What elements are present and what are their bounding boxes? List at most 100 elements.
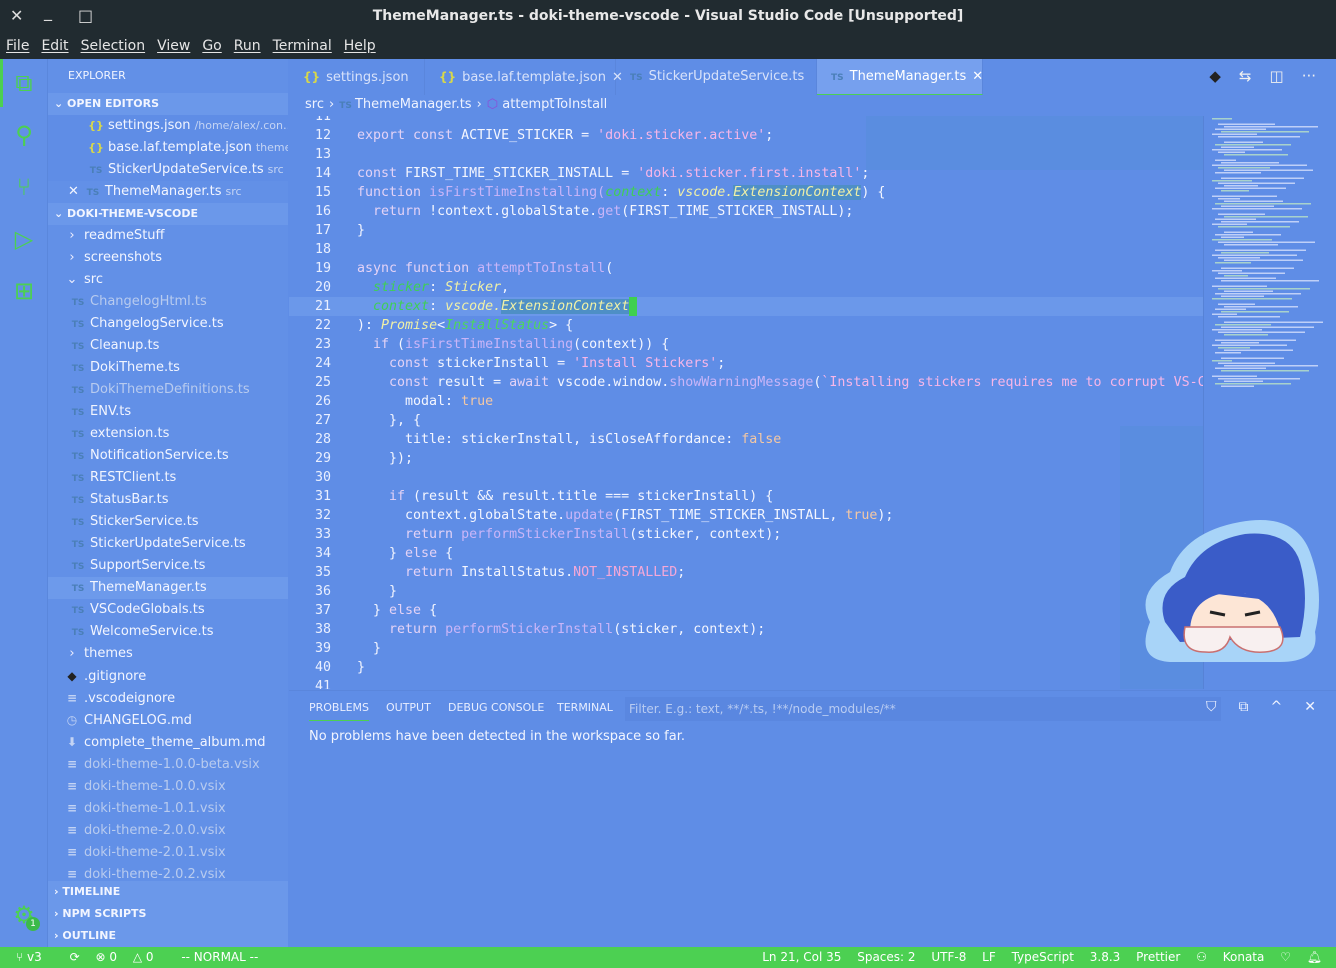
- tree-item[interactable]: TS RESTClient.ts: [48, 467, 288, 489]
- ts-version[interactable]: 3.8.3: [1090, 950, 1121, 964]
- tree-item[interactable]: ◆ .gitignore: [48, 665, 288, 687]
- maximize-panel-icon[interactable]: ^: [1271, 699, 1283, 715]
- tree-item[interactable]: TS DokiTheme.ts: [48, 357, 288, 379]
- code-token: ExtensionContext: [733, 185, 862, 200]
- panel-tab-terminal[interactable]: TERMINAL: [557, 701, 613, 714]
- search-icon[interactable]: ⚲: [10, 121, 38, 149]
- line-ending[interactable]: LF: [982, 950, 996, 964]
- breadcrumb-folder[interactable]: src: [305, 97, 324, 112]
- code-line: 36 }: [289, 582, 1203, 601]
- tree-item[interactable]: ⬇ complete_theme_album.md: [48, 731, 288, 753]
- notifications-icon[interactable]: 🔔︎: [1307, 950, 1322, 964]
- collapse-all-icon[interactable]: ⧉: [1239, 699, 1249, 715]
- git-compare-icon[interactable]: ◆: [1209, 67, 1221, 85]
- theme-indicator[interactable]: Konata ♡: [1223, 950, 1291, 964]
- open-editor-item[interactable]: {} settings.json/home/alex/.con…: [48, 115, 288, 137]
- code-token: :: [429, 299, 446, 314]
- menu-selection[interactable]: Selection: [81, 38, 146, 54]
- language-mode[interactable]: TypeScript: [1012, 950, 1074, 964]
- tree-item[interactable]: TS StatusBar.ts: [48, 489, 288, 511]
- minimap-line: [1218, 378, 1300, 380]
- project-header[interactable]: ⌄ DOKI-THEME-VSCODE: [48, 203, 288, 225]
- more-actions-icon[interactable]: ···: [1302, 67, 1316, 85]
- files-icon[interactable]: ⧉: [10, 69, 38, 97]
- tree-item[interactable]: TS ThemeManager.ts: [48, 577, 288, 599]
- tree-item[interactable]: TS Cleanup.ts: [48, 335, 288, 357]
- menu-run[interactable]: Run: [234, 38, 261, 54]
- tree-item[interactable]: ≡ doki-theme-1.0.0.vsix: [48, 775, 288, 797]
- tree-item[interactable]: ≡ doki-theme-1.0.1.vsix: [48, 797, 288, 819]
- cursor-position[interactable]: Ln 21, Col 35: [762, 950, 841, 964]
- breadcrumb-symbol[interactable]: attemptToInstall: [502, 97, 607, 112]
- timeline-header[interactable]: › TIMELINE: [48, 881, 288, 903]
- tree-item[interactable]: TS DokiThemeDefinitions.ts: [48, 379, 288, 401]
- tree-item[interactable]: TS ENV.ts: [48, 401, 288, 423]
- tree-item[interactable]: TS NotificationService.ts: [48, 445, 288, 467]
- panel-tab-output[interactable]: OUTPUT: [386, 701, 431, 714]
- minimap-line: [1215, 339, 1296, 341]
- open-editor-item[interactable]: ✕ TS ThemeManager.ts src: [48, 181, 288, 203]
- close-tab-icon[interactable]: ✕: [972, 69, 983, 84]
- tree-item[interactable]: TS WelcomeService.ts: [48, 621, 288, 643]
- feedback-icon[interactable]: ⚇: [1196, 950, 1207, 964]
- settings-gear-icon[interactable]: ⚙ 1: [10, 901, 40, 931]
- outline-header[interactable]: › OUTLINE: [48, 925, 288, 947]
- tree-item[interactable]: › screenshots: [48, 247, 288, 269]
- panel-tab-problems[interactable]: PROBLEMS: [309, 701, 370, 721]
- open-changes-icon[interactable]: ⇆: [1239, 67, 1252, 85]
- tree-item[interactable]: ≡ doki-theme-2.0.1.vsix: [48, 841, 288, 863]
- minimap-line: [1224, 365, 1318, 367]
- problems-indicator[interactable]: ⊗ 0 △ 0: [95, 950, 165, 964]
- open-editor-item[interactable]: {} base.laf.template.jsontheme…: [48, 137, 288, 159]
- formatter[interactable]: Prettier: [1136, 950, 1180, 964]
- tree-item[interactable]: TS StickerService.ts: [48, 511, 288, 533]
- source-control-icon[interactable]: ⑂: [10, 173, 38, 201]
- tree-item[interactable]: TS ChangelogService.ts: [48, 313, 288, 335]
- code-token: (FIRST_TIME_STICKER_INSTALL,: [613, 508, 846, 523]
- filter-icon[interactable]: ⛉: [1206, 699, 1217, 715]
- menu-edit[interactable]: Edit: [41, 38, 68, 54]
- tab-stickerupdateservice-ts[interactable]: TS StickerUpdateService.ts: [616, 59, 817, 95]
- tree-item[interactable]: › readmeStuff: [48, 225, 288, 247]
- menu-view[interactable]: View: [157, 38, 190, 54]
- tree-item[interactable]: › themes: [48, 643, 288, 665]
- open-editors-header[interactable]: ⌄ OPEN EDITORS: [48, 93, 288, 115]
- extensions-icon[interactable]: ⊞: [10, 277, 38, 305]
- breadcrumb-file[interactable]: ThemeManager.ts: [355, 97, 472, 112]
- split-editor-icon[interactable]: ◫: [1270, 67, 1284, 85]
- close-editor-icon[interactable]: ✕: [68, 184, 79, 199]
- tree-item[interactable]: TS ChangelogHtml.ts: [48, 291, 288, 313]
- code-editor[interactable]: 11 12 export const ACTIVE_STICKER = 'doki.…: [289, 116, 1203, 689]
- tree-item[interactable]: ◷ CHANGELOG.md: [48, 709, 288, 731]
- line-number: 14: [314, 166, 331, 181]
- menu-terminal[interactable]: Terminal: [273, 38, 332, 54]
- sync-button[interactable]: ⟳: [70, 950, 80, 964]
- tree-item[interactable]: TS SupportService.ts: [48, 555, 288, 577]
- tab-thememanager-ts[interactable]: TS ThemeManager.ts ✕: [817, 59, 983, 95]
- encoding[interactable]: UTF-8: [931, 950, 966, 964]
- open-editor-item[interactable]: TS StickerUpdateService.ts src: [48, 159, 288, 181]
- minimap-line: [1221, 370, 1309, 372]
- problems-filter-input[interactable]: Filter. E.g.: text, **/*.ts, !**/node_mo…: [625, 697, 1221, 721]
- tree-item[interactable]: ≡ .vscodeignore: [48, 687, 288, 709]
- tree-item[interactable]: TS StickerUpdateService.ts: [48, 533, 288, 555]
- chevron-right-icon: ›: [69, 250, 75, 265]
- indentation[interactable]: Spaces: 2: [857, 950, 915, 964]
- tree-item[interactable]: TS extension.ts: [48, 423, 288, 445]
- close-panel-icon[interactable]: ✕: [1304, 699, 1316, 715]
- tree-item[interactable]: ≡ doki-theme-2.0.0.vsix: [48, 819, 288, 841]
- text-file-icon: ≡: [66, 691, 78, 705]
- menu-go[interactable]: Go: [202, 38, 221, 54]
- tree-item[interactable]: ≡ doki-theme-1.0.0-beta.vsix: [48, 753, 288, 775]
- tree-item[interactable]: TS VSCodeGlobals.ts: [48, 599, 288, 621]
- tab-base-laf-template-json[interactable]: {} base.laf.template.json ✕: [425, 59, 623, 95]
- menu-file[interactable]: File: [6, 38, 29, 54]
- panel-tab-debug-console[interactable]: DEBUG CONSOLE: [448, 701, 544, 714]
- npm-scripts-header[interactable]: › NPM SCRIPTS: [48, 903, 288, 925]
- tree-item[interactable]: ⌄ src: [48, 269, 288, 291]
- run-debug-icon[interactable]: ▷: [10, 225, 38, 253]
- branch-indicator[interactable]: ⑂ v3: [16, 950, 54, 964]
- open-editors-list: {} settings.json/home/alex/.con… {} base.la…: [48, 115, 288, 203]
- menu-help[interactable]: Help: [344, 38, 376, 54]
- tab-settings-json[interactable]: {} settings.json: [289, 59, 425, 95]
